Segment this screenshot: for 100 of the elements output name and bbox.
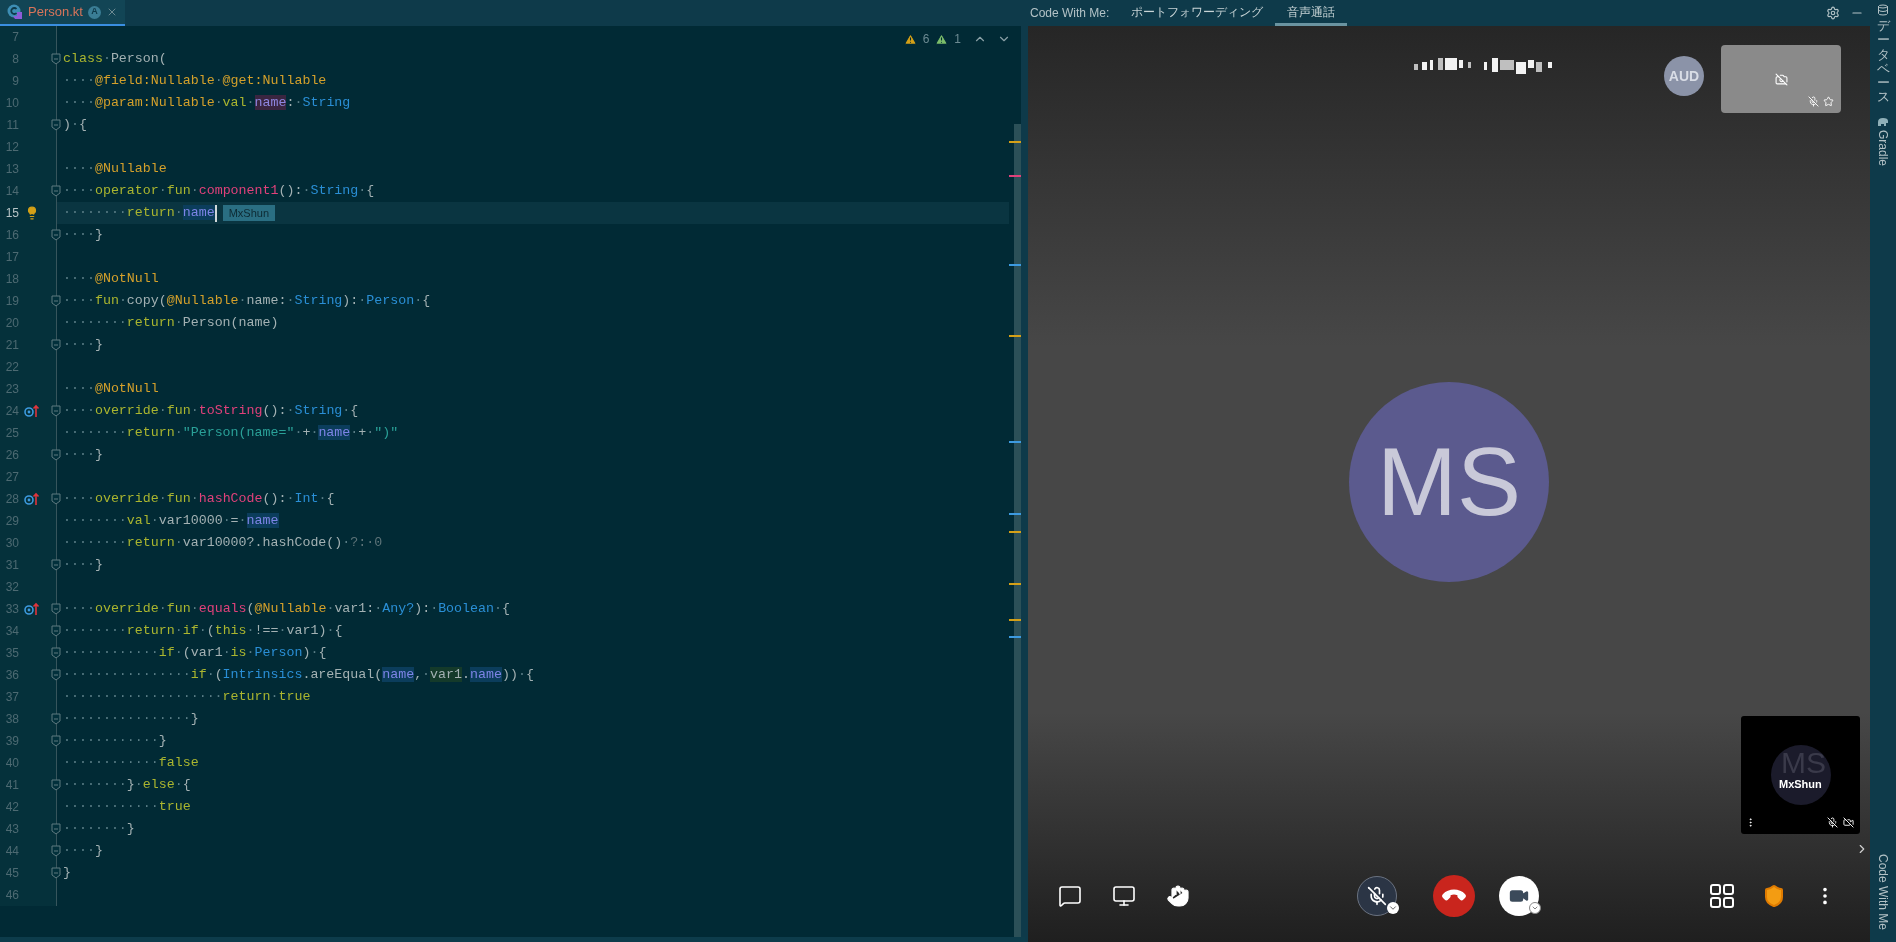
- weak-warning-icon[interactable]: [935, 32, 949, 46]
- line-number: 43: [4, 821, 19, 838]
- line-number: 44: [4, 843, 19, 860]
- line-number: 18: [4, 271, 19, 288]
- code-line: ····@NotNull: [63, 270, 159, 288]
- collaborator-tooltip: MxShun: [222, 205, 275, 221]
- fold-icon[interactable]: [51, 713, 61, 725]
- line-number: 7: [11, 29, 19, 46]
- code-line: ····@field:Nullable·@get:Nullable: [63, 72, 327, 90]
- screen-share-icon[interactable]: [1112, 884, 1136, 908]
- file-tab-label: Person.kt: [28, 3, 83, 22]
- line-number: 45: [4, 865, 19, 882]
- line-number: 32: [4, 579, 19, 596]
- line-number: 15: [4, 205, 19, 222]
- fold-icon[interactable]: [51, 823, 61, 835]
- line-number: 13: [4, 161, 19, 178]
- fold-icon[interactable]: [51, 449, 61, 461]
- shield-icon[interactable]: [1762, 884, 1786, 908]
- fold-icon[interactable]: [51, 669, 61, 681]
- line-number: 40: [4, 755, 19, 772]
- line-number: 26: [4, 447, 19, 464]
- tool-window-label[interactable]: データベース: [1876, 19, 1890, 105]
- tool-window-label[interactable]: Code With Me: [1874, 853, 1892, 930]
- override-icon[interactable]: [24, 602, 40, 616]
- line-number: 19: [4, 293, 19, 310]
- code-line: class·Person(: [63, 50, 167, 68]
- fold-icon[interactable]: [51, 339, 61, 351]
- settings-icon[interactable]: [1826, 6, 1840, 20]
- grid-view-icon[interactable]: [1710, 884, 1734, 908]
- line-number: 33: [4, 601, 19, 618]
- fold-icon[interactable]: [51, 185, 61, 197]
- fold-icon[interactable]: [51, 779, 61, 791]
- file-badge: A: [87, 5, 101, 19]
- fold-icon[interactable]: [51, 625, 61, 637]
- line-number: 27: [4, 469, 19, 486]
- code-line: )·{: [63, 116, 87, 134]
- code-line: ············if·(var1·is·Person)·{: [63, 644, 327, 662]
- override-icon[interactable]: [24, 404, 40, 418]
- mic-off-icon: [1367, 886, 1387, 906]
- code-line: ············true: [63, 798, 191, 816]
- code-line: ····}: [63, 842, 103, 860]
- fold-icon[interactable]: [51, 559, 61, 571]
- main-avatar: MS: [1349, 382, 1549, 582]
- weak-warning-count[interactable]: 1: [954, 30, 961, 48]
- line-number: 23: [4, 381, 19, 398]
- warning-icon[interactable]: [903, 32, 917, 46]
- code-line: ········val·var10000·=·name: [63, 512, 279, 530]
- fold-icon[interactable]: [51, 119, 61, 131]
- chat-icon[interactable]: [1058, 884, 1082, 908]
- camera-toggle-button[interactable]: [1499, 876, 1539, 916]
- fold-icon[interactable]: [51, 845, 61, 857]
- fold-icon[interactable]: [51, 53, 61, 65]
- scrollbar-drawing[interactable]: [1009, 124, 1021, 937]
- camera-off-icon: [1775, 73, 1788, 86]
- code-line: ····fun·copy(@Nullable·name:·String):·Person·{: [63, 292, 431, 310]
- fold-icon[interactable]: [51, 229, 61, 241]
- code-line: ········return·"Person(name="·+·name·+·")": [63, 424, 399, 442]
- tool-window-label[interactable]: Gradle: [1874, 129, 1892, 166]
- code-line: ····override·fun·hashCode():·Int·{: [63, 490, 335, 508]
- line-number: 37: [4, 689, 19, 706]
- elephant-icon[interactable]: [1877, 116, 1889, 127]
- line-number: 42: [4, 799, 19, 816]
- warning-count[interactable]: 6: [922, 30, 930, 48]
- line-number: 8: [11, 51, 19, 68]
- code-line: ········return·Person(name): [63, 314, 279, 332]
- fold-icon[interactable]: [51, 867, 61, 879]
- line-number: 39: [4, 733, 19, 750]
- line-number: 21: [4, 337, 19, 354]
- fold-icon[interactable]: [51, 603, 61, 615]
- fold-icon[interactable]: [51, 493, 61, 505]
- line-number: 35: [4, 645, 19, 662]
- code-line: ····operator·fun·component1():·String·{: [63, 182, 375, 200]
- code-line: ········}·else·{: [63, 776, 191, 794]
- line-number: 41: [4, 777, 19, 794]
- mic-off-icon: [1808, 96, 1819, 107]
- fold-icon[interactable]: [51, 405, 61, 417]
- fold-icon[interactable]: [51, 735, 61, 747]
- line-number: 10: [4, 95, 19, 112]
- code-line: ········return·if·(this·!==·var1)·{: [63, 622, 343, 640]
- line-number: 24: [4, 403, 19, 420]
- line-number: 9: [11, 73, 19, 90]
- code-line: ····}: [63, 336, 103, 354]
- fold-icon[interactable]: [51, 295, 61, 307]
- lightbulb-icon[interactable]: [25, 206, 39, 220]
- mic-toggle-button[interactable]: [1357, 876, 1397, 916]
- override-icon[interactable]: [24, 492, 40, 506]
- code-line: ····@NotNull: [63, 380, 159, 398]
- database-icon[interactable]: [1877, 4, 1889, 16]
- code-line: ············false: [63, 754, 199, 772]
- code-line: ····}: [63, 446, 103, 464]
- raise-hand-icon[interactable]: [1166, 884, 1190, 908]
- hang-up-button[interactable]: [1433, 875, 1475, 917]
- participant-tile[interactable]: [1721, 45, 1841, 113]
- line-number: 17: [4, 249, 19, 266]
- panel-tab[interactable]: ポートフォワーディング: [1119, 0, 1276, 26]
- code-line: ····override·fun·equals(@Nullable·var1:·Any?):·Boolean·{: [63, 600, 510, 618]
- line-number: 20: [4, 315, 19, 332]
- code-line: }: [63, 864, 71, 882]
- star-icon[interactable]: [1823, 96, 1834, 107]
- fold-icon[interactable]: [51, 647, 61, 659]
